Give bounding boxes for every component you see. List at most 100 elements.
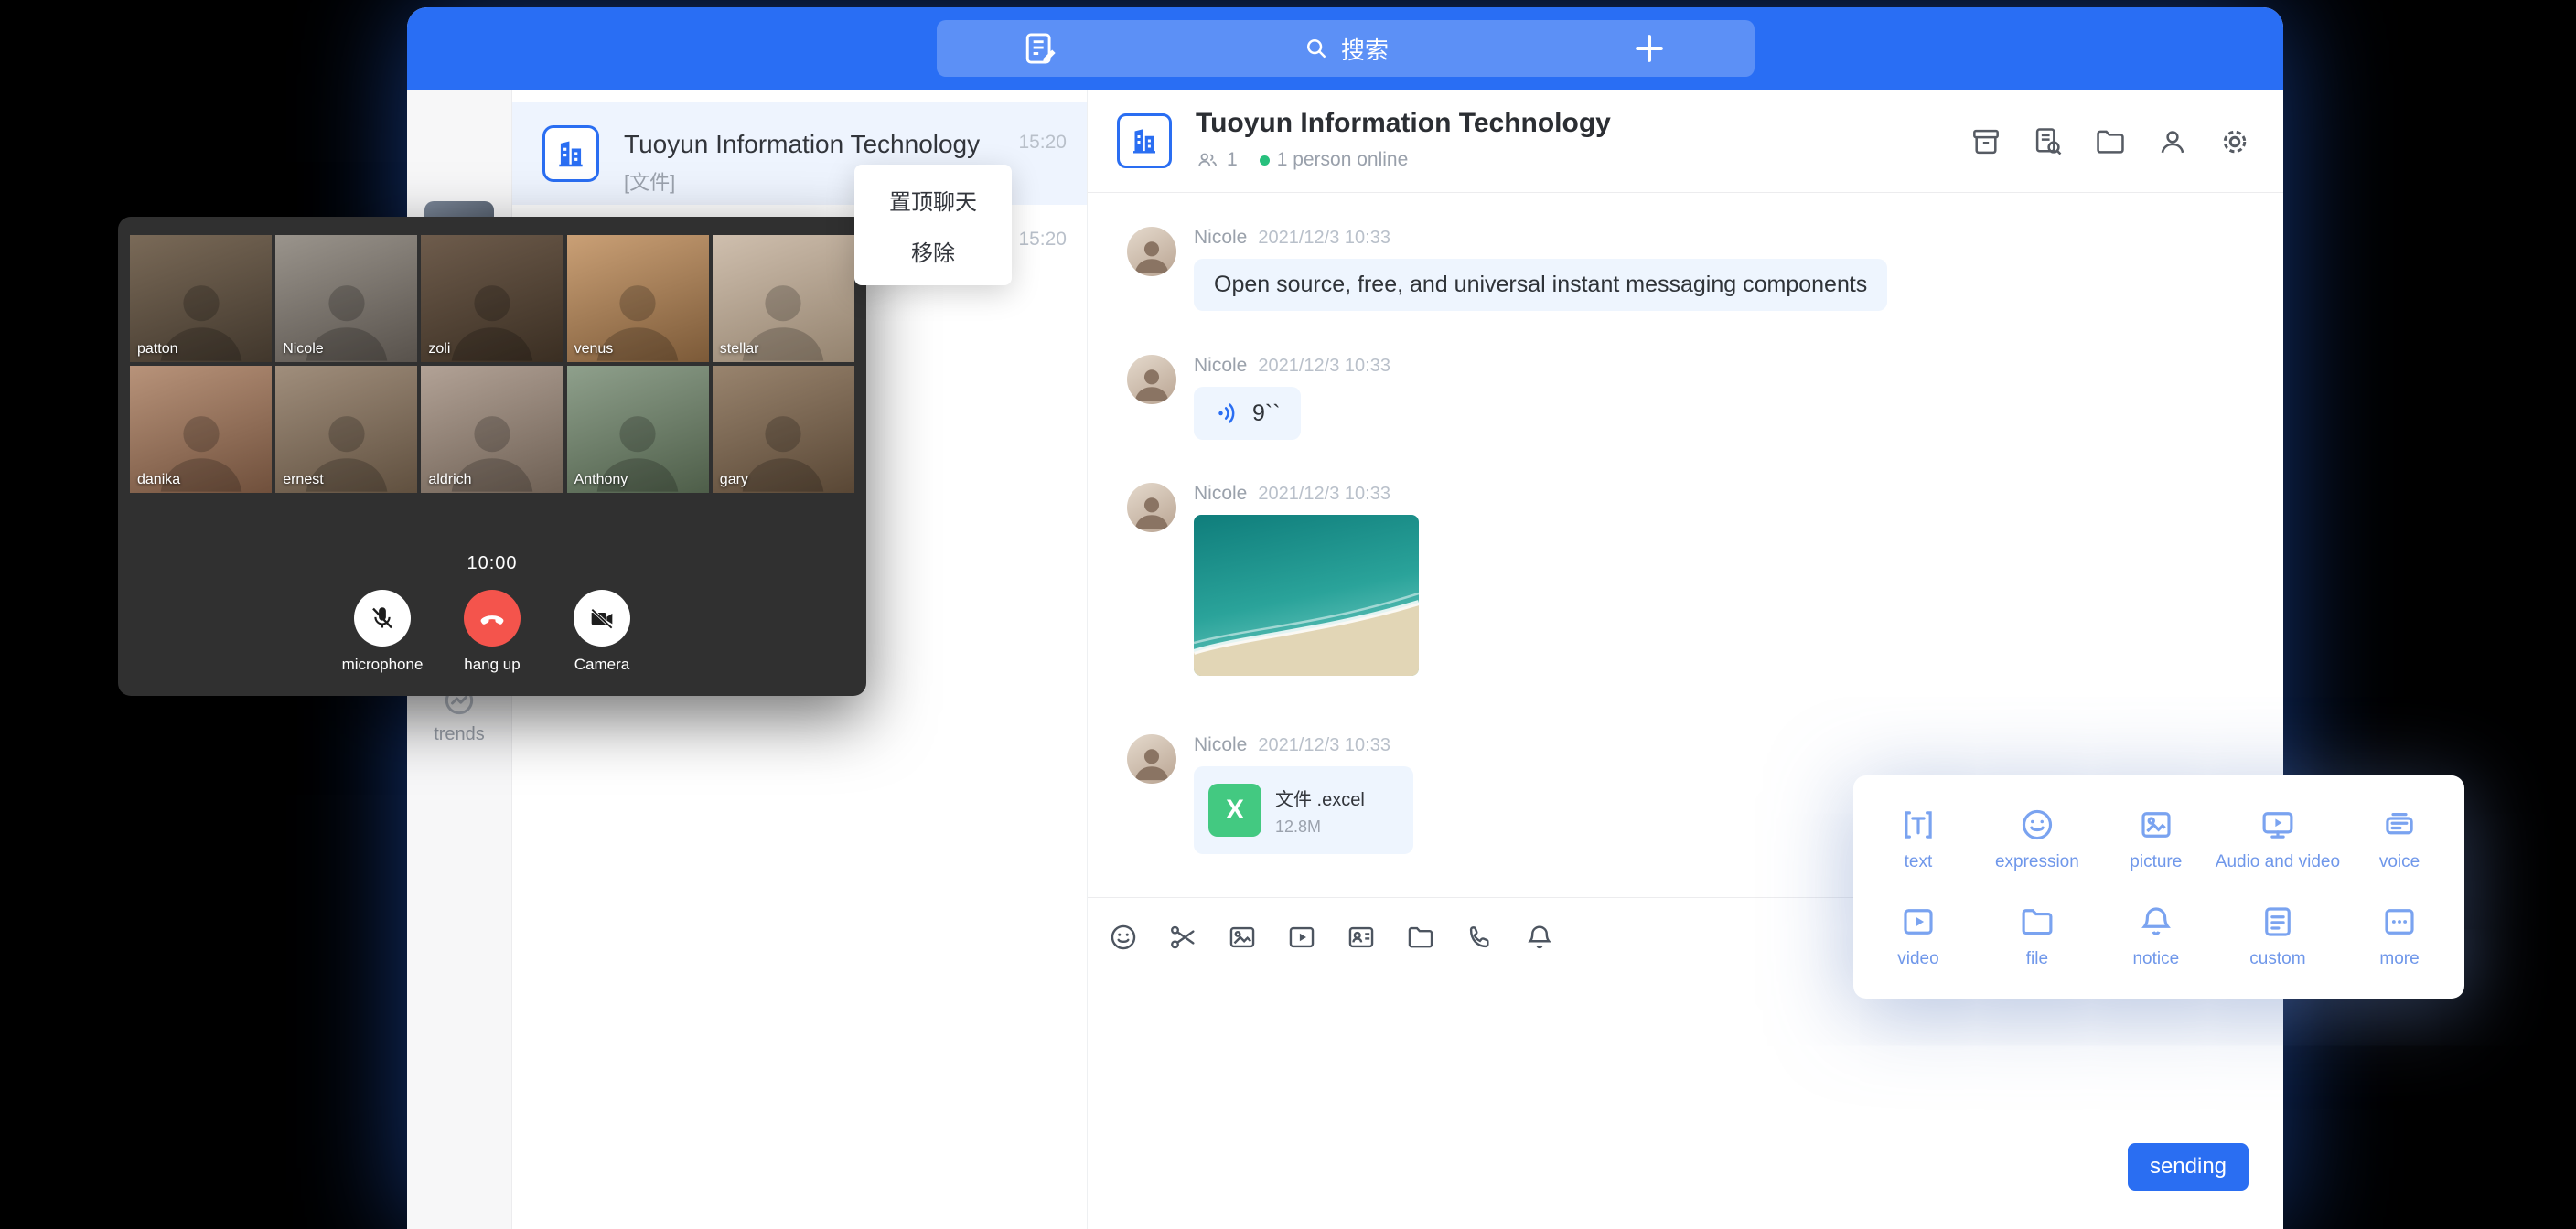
video-tile: aldrich — [421, 366, 563, 493]
menu-item-remove[interactable]: 移除 — [854, 225, 1012, 276]
conversation-time: 15:20 — [1018, 132, 1067, 154]
conversation-title: Tuoyun Information Technology — [624, 130, 980, 159]
sender-avatar[interactable] — [1127, 227, 1176, 276]
plugin-item-voice[interactable]: voice — [2340, 790, 2459, 887]
camera-toggle-button[interactable]: Camera — [551, 590, 653, 674]
files-folder-icon[interactable] — [2093, 124, 2128, 159]
voice-duration: 9`` — [1252, 401, 1281, 427]
search-icon — [1303, 35, 1330, 62]
person-silhouette-icon — [1131, 742, 1173, 784]
expression-icon — [2018, 806, 2056, 844]
participant-name: stellar — [720, 341, 759, 358]
participant-name: gary — [720, 472, 748, 488]
file-folder-icon — [2018, 903, 2056, 941]
message-file: Nicole 2021/12/3 10:33 X 文件 .excel 12.8M — [1127, 734, 1413, 854]
plugin-item-audio-video[interactable]: Audio and video — [2216, 790, 2340, 887]
message-image: Nicole 2021/12/3 10:33 — [1127, 483, 1419, 676]
menu-item-pin-chat[interactable]: 置顶聊天 — [854, 174, 1012, 225]
search-label: 搜索 — [1341, 32, 1389, 66]
message-voice: Nicole 2021/12/3 10:33 9`` — [1127, 355, 1390, 440]
plugin-item-expression[interactable]: expression — [1978, 790, 2097, 887]
sender-name: Nicole — [1194, 227, 1247, 249]
call-timer: 10:00 — [118, 553, 866, 574]
folder-icon[interactable] — [1405, 922, 1436, 953]
voice-icon — [2380, 806, 2419, 844]
excel-file-icon: X — [1208, 784, 1261, 837]
text-bubble[interactable]: Open source, free, and universal instant… — [1194, 259, 1887, 311]
chat-header: Tuoyun Information Technology 1 1 person… — [1088, 90, 2283, 193]
settings-gear-icon[interactable] — [2217, 124, 2252, 159]
plugin-item-custom[interactable]: custom — [2216, 887, 2340, 984]
beach-photo — [1194, 515, 1419, 676]
video-tile: danika — [130, 366, 272, 493]
video-tile: venus — [567, 235, 709, 362]
member-profile-icon[interactable] — [2155, 124, 2190, 159]
video-grid: patton Nicole zoli venus stellar danika — [130, 235, 854, 493]
message-time: 2021/12/3 10:33 — [1258, 356, 1390, 377]
participant-name: Nicole — [283, 341, 323, 358]
voice-bubble[interactable]: 9`` — [1194, 387, 1301, 440]
plugin-item-video[interactable]: video — [1859, 887, 1978, 984]
message-time: 2021/12/3 10:33 — [1258, 484, 1390, 505]
person-silhouette-icon — [1131, 490, 1173, 532]
participant-name: danika — [137, 472, 180, 488]
chat-title: Tuoyun Information Technology — [1196, 108, 1611, 139]
hang-up-button[interactable]: hang up — [441, 590, 543, 674]
sender-name: Nicole — [1194, 355, 1247, 377]
chat-panel: Tuoyun Information Technology 1 1 person… — [1088, 90, 2283, 1229]
picture-icon — [2137, 806, 2175, 844]
sender-avatar[interactable] — [1127, 734, 1176, 784]
file-name: 文件 .excel — [1275, 785, 1365, 811]
chat-meta: 1 1 person online — [1196, 148, 1408, 172]
company-building-icon — [1117, 113, 1172, 168]
search-history-icon[interactable] — [2031, 124, 2066, 159]
participant-name: patton — [137, 341, 177, 358]
conversation-time: 15:20 — [1018, 229, 1067, 251]
file-size: 12.8M — [1275, 818, 1365, 837]
sender-avatar[interactable] — [1127, 483, 1176, 532]
emoji-icon[interactable] — [1108, 922, 1139, 953]
conversation-context-menu: 置顶聊天 移除 — [854, 165, 1012, 285]
sender-avatar[interactable] — [1127, 355, 1176, 404]
screenshot-scissors-icon[interactable] — [1167, 922, 1198, 953]
control-label: microphone — [342, 656, 424, 674]
hang-up-phone-icon — [464, 590, 521, 647]
video-icon — [1899, 903, 1937, 941]
contact-card-icon[interactable] — [1346, 922, 1377, 953]
audio-video-icon — [2259, 806, 2297, 844]
image-attachment[interactable] — [1194, 515, 1419, 676]
custom-doc-icon — [2259, 903, 2297, 941]
picture-icon[interactable] — [1227, 922, 1258, 953]
plugin-item-notice[interactable]: notice — [2097, 887, 2216, 984]
video-tile: patton — [130, 235, 272, 362]
participant-name: ernest — [283, 472, 323, 488]
plugin-item-text[interactable]: text — [1859, 790, 1978, 887]
microphone-toggle-button[interactable]: microphone — [331, 590, 434, 674]
control-label: hang up — [464, 656, 520, 674]
plugin-item-file[interactable]: file — [1978, 887, 2097, 984]
participant-name: zoli — [428, 341, 450, 358]
more-icon — [2380, 903, 2419, 941]
plugin-item-more[interactable]: more — [2340, 887, 2459, 984]
message-type-popup: text expression picture Audio and video — [1853, 775, 2464, 999]
top-header: 搜索 — [407, 7, 2283, 90]
top-search-bar: 搜索 — [937, 20, 1755, 77]
person-silhouette-icon — [1131, 362, 1173, 404]
notification-bell-icon[interactable] — [1524, 922, 1555, 953]
phone-call-icon[interactable] — [1465, 922, 1496, 953]
chat-record-icon[interactable] — [1969, 124, 2003, 159]
participant-name: Anthony — [574, 472, 628, 488]
plus-icon[interactable] — [1629, 28, 1669, 69]
file-attachment[interactable]: X 文件 .excel 12.8M — [1194, 766, 1413, 854]
notice-bell-icon — [2137, 903, 2175, 941]
video-tile: Anthony — [567, 366, 709, 493]
online-status: 1 person online — [1277, 149, 1409, 171]
video-tile: ernest — [275, 366, 417, 493]
video-icon[interactable] — [1286, 922, 1317, 953]
plugin-item-picture[interactable]: picture — [2097, 790, 2216, 887]
sender-name: Nicole — [1194, 734, 1247, 756]
send-button[interactable]: sending — [2128, 1143, 2249, 1191]
person-silhouette-icon — [1131, 234, 1173, 276]
message-time: 2021/12/3 10:33 — [1258, 735, 1390, 756]
camera-off-icon — [574, 590, 630, 647]
